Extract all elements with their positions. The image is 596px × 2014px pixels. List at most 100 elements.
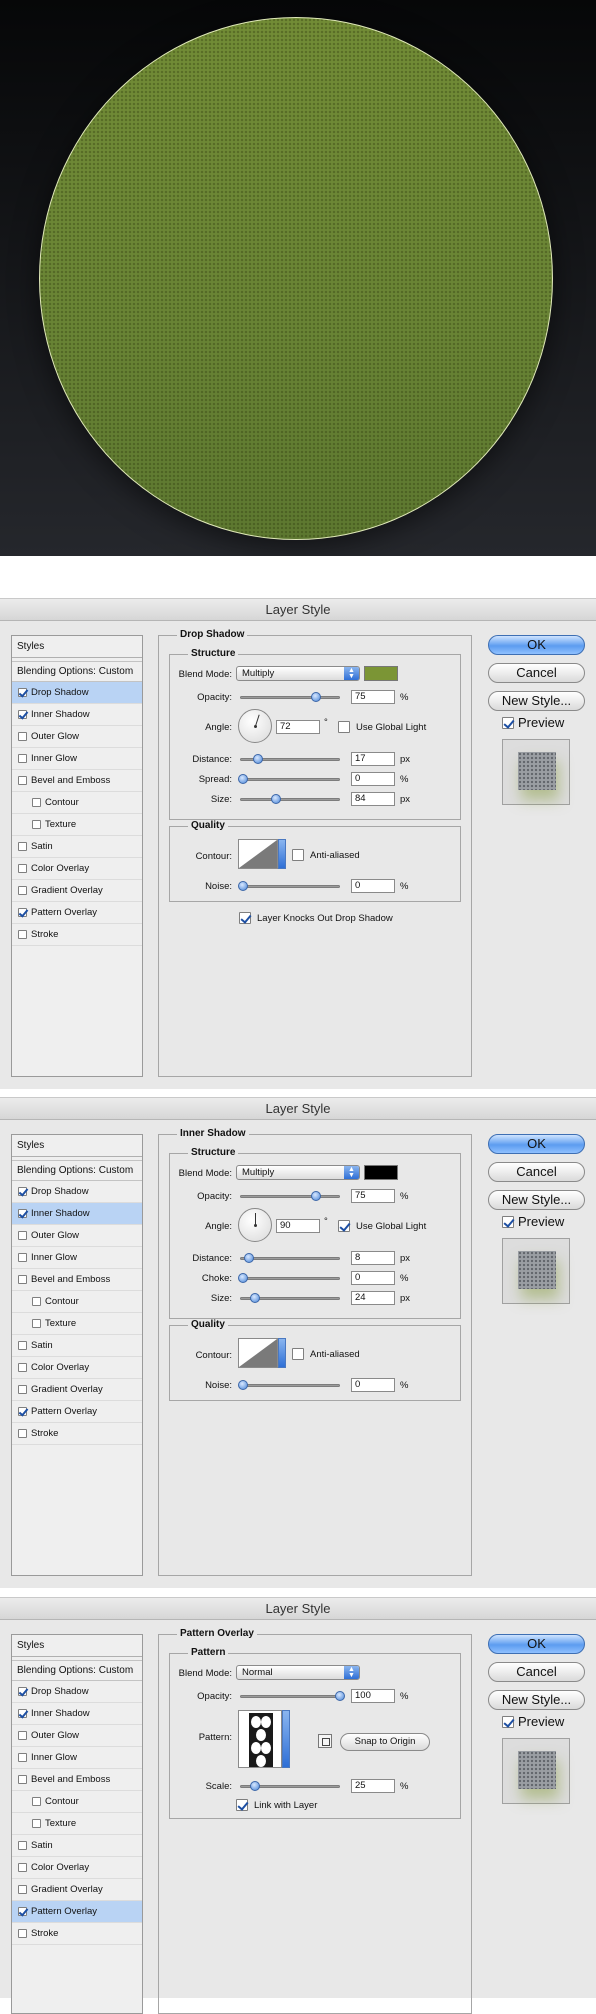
style-item-stroke[interactable]: Stroke — [12, 924, 142, 946]
inner-shadow-checkbox[interactable] — [18, 1709, 27, 1718]
preview-checkbox[interactable] — [502, 1715, 514, 1728]
new-preset-icon[interactable] — [318, 1734, 332, 1748]
texture-checkbox[interactable] — [32, 820, 41, 829]
style-item-inner-shadow[interactable]: Inner Shadow — [12, 1703, 142, 1725]
inner-glow-checkbox[interactable] — [18, 754, 27, 763]
style-item-contour[interactable]: Contour — [12, 792, 142, 814]
blending-options-item[interactable]: Blending Options: Custom — [12, 1660, 142, 1681]
slider-thumb[interactable] — [253, 754, 263, 764]
slider-thumb[interactable] — [244, 1253, 254, 1263]
angle-dial[interactable] — [238, 709, 272, 743]
opacity-slider[interactable] — [240, 1191, 340, 1201]
style-item-bevel-and-emboss[interactable]: Bevel and Emboss — [12, 1269, 142, 1291]
preview-checkbox[interactable] — [502, 1215, 514, 1228]
opacity-input[interactable]: 75 — [351, 1189, 395, 1203]
inner-shadow-checkbox[interactable] — [18, 1209, 27, 1218]
angle-dial[interactable] — [238, 1208, 272, 1242]
pattern-swatch[interactable] — [238, 1710, 282, 1768]
scale-slider[interactable] — [240, 1781, 340, 1791]
style-item-inner-shadow[interactable]: Inner Shadow — [12, 1203, 142, 1225]
color-overlay-checkbox[interactable] — [18, 1363, 27, 1372]
knocks-out-checkbox[interactable] — [239, 912, 251, 924]
inner-glow-checkbox[interactable] — [18, 1753, 27, 1762]
style-item-outer-glow[interactable]: Outer Glow — [12, 1225, 142, 1247]
preview-checkbox[interactable] — [502, 716, 514, 729]
style-item-stroke[interactable]: Stroke — [12, 1923, 142, 1945]
style-item-satin[interactable]: Satin — [12, 1835, 142, 1857]
slider-thumb[interactable] — [250, 1293, 260, 1303]
new-style-button[interactable]: New Style... — [488, 1690, 585, 1710]
drop-shadow-checkbox[interactable] — [18, 1187, 27, 1196]
new-style-button[interactable]: New Style... — [488, 1190, 585, 1210]
style-item-outer-glow[interactable]: Outer Glow — [12, 1725, 142, 1747]
contour-picker[interactable] — [238, 839, 278, 869]
size-input[interactable]: 24 — [351, 1291, 395, 1305]
use-global-light-checkbox[interactable] — [338, 721, 350, 733]
styles-header[interactable]: Styles — [12, 636, 142, 658]
slider-thumb[interactable] — [311, 1191, 321, 1201]
scale-input[interactable]: 25 — [351, 1779, 395, 1793]
style-item-stroke[interactable]: Stroke — [12, 1423, 142, 1445]
style-item-inner-glow[interactable]: Inner Glow — [12, 1747, 142, 1769]
size-slider[interactable] — [240, 1293, 340, 1303]
style-item-outer-glow[interactable]: Outer Glow — [12, 726, 142, 748]
anti-aliased-checkbox[interactable] — [292, 1348, 304, 1360]
anti-aliased-checkbox[interactable] — [292, 849, 304, 861]
style-item-satin[interactable]: Satin — [12, 1335, 142, 1357]
distance-input[interactable]: 8 — [351, 1251, 395, 1265]
angle-input[interactable]: 72 — [276, 720, 320, 734]
cancel-button[interactable]: Cancel — [488, 1662, 585, 1682]
stroke-checkbox[interactable] — [18, 1929, 27, 1938]
choke-input[interactable]: 0 — [351, 1271, 395, 1285]
styles-header[interactable]: Styles — [12, 1635, 142, 1657]
size-slider[interactable] — [240, 794, 340, 804]
noise-input[interactable]: 0 — [351, 879, 395, 893]
snap-to-origin-button[interactable]: Snap to Origin — [340, 1733, 430, 1751]
style-item-gradient-overlay[interactable]: Gradient Overlay — [12, 880, 142, 902]
stroke-checkbox[interactable] — [18, 930, 27, 939]
link-with-layer-checkbox[interactable] — [236, 1799, 248, 1811]
drop-shadow-checkbox[interactable] — [18, 688, 27, 697]
style-item-bevel-and-emboss[interactable]: Bevel and Emboss — [12, 770, 142, 792]
opacity-slider[interactable] — [240, 1691, 345, 1701]
contour-checkbox[interactable] — [32, 1797, 41, 1806]
blend-mode-select[interactable]: Normal ▲ ▼ — [236, 1665, 360, 1680]
preview-toggle[interactable]: Preview — [502, 1214, 564, 1229]
pattern-dropdown-arrow[interactable] — [282, 1710, 290, 1768]
slider-thumb[interactable] — [238, 774, 248, 784]
preview-toggle[interactable]: Preview — [502, 715, 564, 730]
style-item-contour[interactable]: Contour — [12, 1791, 142, 1813]
noise-input[interactable]: 0 — [351, 1378, 395, 1392]
outer-glow-checkbox[interactable] — [18, 1731, 27, 1740]
spread-slider[interactable] — [238, 774, 340, 784]
noise-slider[interactable] — [238, 881, 340, 891]
style-item-texture[interactable]: Texture — [12, 814, 142, 836]
style-item-pattern-overlay[interactable]: Pattern Overlay — [12, 1401, 142, 1423]
contour-checkbox[interactable] — [32, 1297, 41, 1306]
style-item-drop-shadow[interactable]: Drop Shadow — [12, 682, 142, 704]
style-item-drop-shadow[interactable]: Drop Shadow — [12, 1181, 142, 1203]
style-item-color-overlay[interactable]: Color Overlay — [12, 1857, 142, 1879]
cancel-button[interactable]: Cancel — [488, 663, 585, 683]
satin-checkbox[interactable] — [18, 1841, 27, 1850]
style-item-bevel-and-emboss[interactable]: Bevel and Emboss — [12, 1769, 142, 1791]
slider-thumb[interactable] — [335, 1691, 345, 1701]
styles-header[interactable]: Styles — [12, 1135, 142, 1157]
bevel-checkbox[interactable] — [18, 1275, 27, 1284]
opacity-slider[interactable] — [240, 692, 340, 702]
opacity-input[interactable]: 100 — [351, 1689, 395, 1703]
distance-slider[interactable] — [240, 1253, 340, 1263]
texture-checkbox[interactable] — [32, 1319, 41, 1328]
use-global-light-checkbox[interactable] — [338, 1220, 350, 1232]
style-item-pattern-overlay[interactable]: Pattern Overlay — [12, 902, 142, 924]
slider-thumb[interactable] — [238, 1380, 248, 1390]
style-item-pattern-overlay[interactable]: Pattern Overlay — [12, 1901, 142, 1923]
style-item-texture[interactable]: Texture — [12, 1313, 142, 1335]
ok-button[interactable]: OK — [488, 635, 585, 655]
outer-glow-checkbox[interactable] — [18, 1231, 27, 1240]
style-item-gradient-overlay[interactable]: Gradient Overlay — [12, 1879, 142, 1901]
blending-options-item[interactable]: Blending Options: Custom — [12, 661, 142, 682]
spread-input[interactable]: 0 — [351, 772, 395, 786]
distance-input[interactable]: 17 — [351, 752, 395, 766]
color-overlay-checkbox[interactable] — [18, 864, 27, 873]
